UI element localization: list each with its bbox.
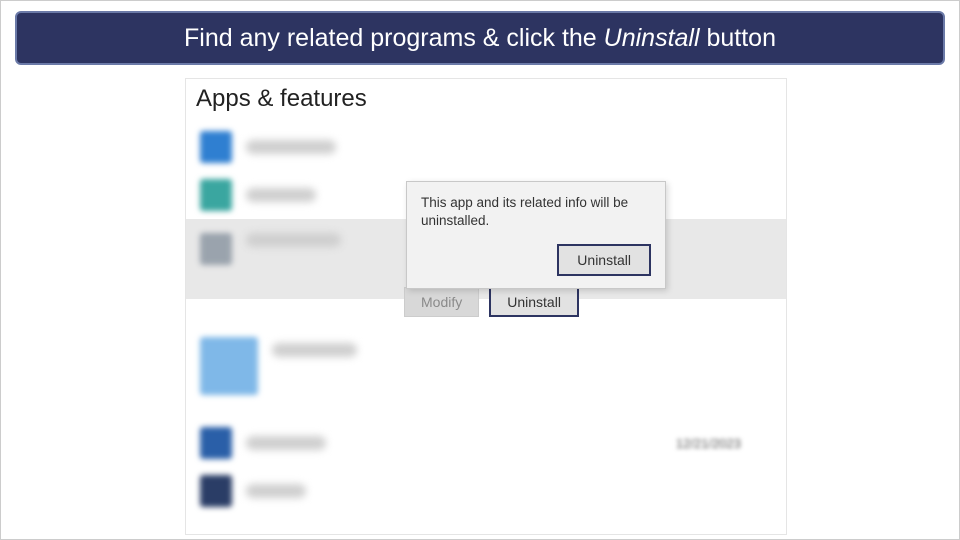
instruction-banner: Find any related programs & click the Un… (15, 11, 945, 65)
app-name-blurred (272, 343, 357, 357)
list-item[interactable]: 12/21/2023 (186, 419, 786, 467)
uninstall-confirm-button[interactable]: Uninstall (557, 244, 651, 276)
app-name-blurred (246, 436, 326, 450)
uninstall-button[interactable]: Uninstall (489, 287, 579, 317)
banner-prefix: Find any related programs & click the (184, 24, 604, 52)
app-icon (200, 427, 232, 459)
list-item[interactable] (186, 327, 786, 419)
list-item[interactable] (186, 123, 786, 171)
app-icon (200, 337, 258, 395)
page-title: Apps & features (186, 79, 786, 123)
app-icon (200, 179, 232, 211)
settings-window: Apps & features Modify Uninstall 1 (186, 79, 786, 534)
banner-em: Uninstall (604, 24, 700, 52)
install-date: 12/21/2023 (676, 436, 741, 451)
modify-button: Modify (404, 287, 479, 317)
uninstall-confirm-popup: This app and its related info will be un… (406, 181, 666, 289)
app-icon (200, 131, 232, 163)
row-actions: Modify Uninstall (404, 287, 579, 317)
list-item[interactable] (186, 467, 786, 515)
app-name-blurred (246, 484, 306, 498)
app-name-blurred (246, 140, 336, 154)
popup-actions: Uninstall (421, 244, 651, 276)
app-name-blurred (246, 233, 341, 247)
app-name-blurred (246, 188, 316, 202)
popup-message: This app and its related info will be un… (421, 194, 651, 230)
banner-suffix: button (700, 24, 776, 52)
app-icon (200, 233, 232, 265)
app-icon (200, 475, 232, 507)
